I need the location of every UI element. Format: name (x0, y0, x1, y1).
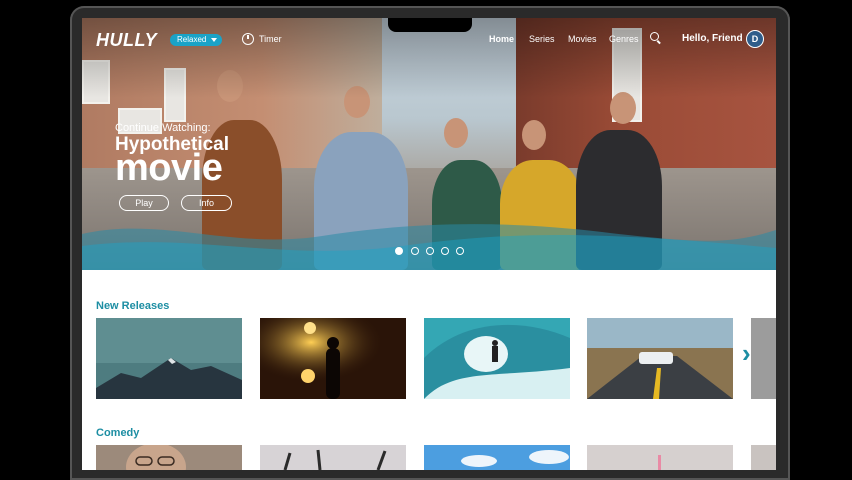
hero-person-head (444, 118, 468, 148)
nav-home[interactable]: Home (489, 34, 514, 44)
row-title-new-releases: New Releases (96, 300, 170, 312)
nav-genres[interactable]: Genres (609, 34, 639, 44)
thumbnail-woman-glasses[interactable] (96, 445, 242, 470)
mood-label: Relaxed (177, 35, 207, 44)
hero-person-head (522, 120, 546, 150)
hero-title-line2: movie (115, 147, 223, 189)
thumbnail-party-hands[interactable] (260, 445, 406, 470)
camera-notch (388, 18, 472, 32)
carousel-dot-3[interactable] (426, 247, 434, 255)
alarm-clock-icon[interactable] (242, 33, 254, 45)
carousel-dot-1[interactable] (395, 247, 403, 255)
mood-dropdown[interactable]: Relaxed (170, 34, 223, 46)
nav-movies[interactable]: Movies (568, 34, 597, 44)
thumbnail-pink-light[interactable] (587, 445, 733, 470)
thumbnail-silhouette-lights[interactable] (260, 318, 406, 399)
app-logo[interactable]: HULLY (96, 30, 157, 51)
chevron-down-icon (211, 38, 218, 42)
info-button[interactable]: Info (181, 195, 232, 211)
thumbnail-mountain-dusk[interactable] (96, 318, 242, 399)
play-button[interactable]: Play (119, 195, 169, 211)
avatar[interactable]: D (746, 30, 764, 48)
thumbnail-car-on-road[interactable] (587, 318, 733, 399)
nav-series[interactable]: Series (529, 34, 555, 44)
app-screen: HULLY Relaxed Timer Home Series Movies G… (82, 18, 776, 470)
thumbnail-surfer-wave[interactable] (424, 318, 570, 399)
carousel-dot-2[interactable] (411, 247, 419, 255)
timer-button[interactable]: Timer (259, 34, 282, 44)
carousel-dot-5[interactable] (456, 247, 464, 255)
row-title-comedy: Comedy (96, 427, 140, 439)
carousel-dot-4[interactable] (441, 247, 449, 255)
user-greeting: Hello, Friend (682, 33, 743, 44)
thumbnail-sky-clouds[interactable] (424, 445, 570, 470)
continue-watching-label: Continue Watching: (115, 122, 211, 134)
thumbnail-partial[interactable] (751, 445, 776, 470)
chevron-right-icon[interactable]: › (742, 340, 756, 366)
search-icon[interactable] (650, 32, 659, 41)
hero-wave-overlay (82, 224, 776, 270)
